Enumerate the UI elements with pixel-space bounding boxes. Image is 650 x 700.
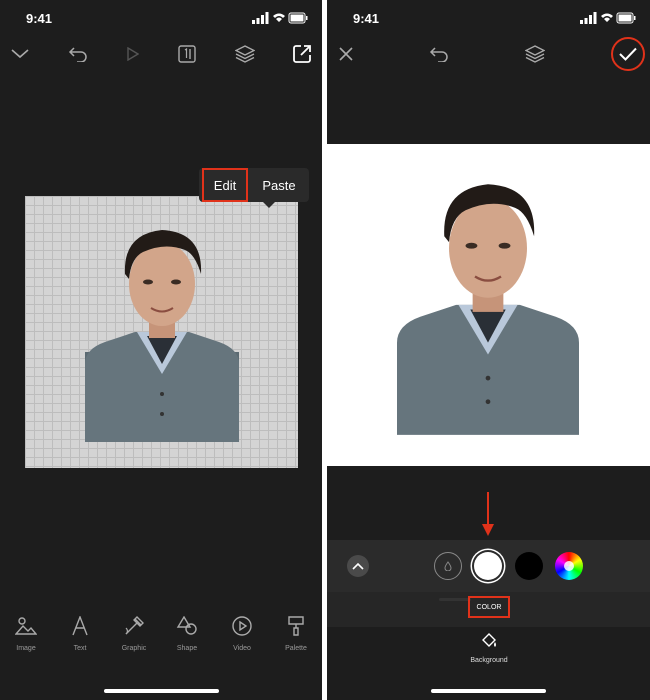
edit-menu-item[interactable]: Edit	[202, 168, 248, 202]
play-icon[interactable]	[121, 42, 145, 66]
video-icon	[222, 612, 262, 640]
undo-icon[interactable]	[66, 42, 90, 66]
arrow-down-icon	[482, 492, 494, 536]
chevron-up-icon[interactable]	[347, 555, 369, 577]
inactive-tab[interactable]	[439, 598, 471, 601]
chevron-down-icon[interactable]	[8, 42, 32, 66]
tab-color-label: COLOR	[476, 603, 502, 611]
tool-palette[interactable]: Palette	[276, 612, 316, 652]
white-swatch[interactable]	[474, 552, 502, 580]
layers-icon[interactable]	[523, 42, 547, 66]
checkmark-icon[interactable]	[611, 37, 645, 71]
status-time: 9:41	[353, 11, 380, 26]
tool-shape[interactable]: Shape	[167, 612, 207, 652]
color-tab-bar: COLOR	[327, 592, 650, 627]
status-time: 9:41	[26, 11, 53, 26]
share-icon[interactable]	[290, 42, 314, 66]
color-wheel-swatch[interactable]	[555, 552, 583, 580]
tool-text[interactable]: Text	[60, 612, 100, 652]
cutout-portrait-photo[interactable]	[397, 177, 579, 435]
status-bar: 9:41	[0, 0, 322, 36]
close-icon[interactable]	[334, 42, 358, 66]
tool-label: Graphic	[121, 645, 147, 652]
paint-bucket-icon	[482, 633, 496, 647]
menu-pointer	[262, 201, 276, 208]
tool-graphic[interactable]: Graphic	[114, 612, 154, 652]
frame-icon[interactable]	[175, 42, 199, 66]
portrait-photo[interactable]	[85, 224, 239, 442]
status-indicators-icon	[580, 12, 636, 24]
color-wheel-center	[564, 561, 574, 571]
home-indicator[interactable]	[431, 689, 546, 693]
text-icon	[60, 612, 100, 640]
tool-label: Video	[233, 645, 251, 652]
transparent-swatch[interactable]	[434, 552, 462, 580]
background-label: Background	[470, 657, 508, 664]
design-canvas[interactable]	[25, 196, 298, 468]
drop-icon	[444, 561, 452, 571]
tool-image[interactable]: Image	[6, 612, 46, 652]
undo-icon[interactable]	[427, 42, 451, 66]
paste-menu-item[interactable]: Paste	[253, 168, 305, 202]
tool-label: Text	[73, 645, 87, 652]
palette-icon	[276, 612, 316, 640]
left-screen: 9:41 Edit Paste Image Text Graphic Shape…	[0, 0, 322, 700]
tool-video[interactable]: Video	[222, 612, 262, 652]
home-indicator[interactable]	[104, 689, 219, 693]
status-indicators-icon	[252, 12, 308, 24]
context-menu: Edit Paste	[199, 168, 309, 208]
black-swatch[interactable]	[515, 552, 543, 580]
preview-canvas[interactable]	[327, 144, 650, 466]
shape-icon	[167, 612, 207, 640]
image-icon	[6, 612, 46, 640]
tool-label: Shape	[176, 645, 198, 652]
bottom-toolbar: Image Text Graphic Shape Video Palette	[0, 612, 322, 662]
status-bar: 9:41	[327, 0, 650, 36]
color-swatch-panel	[327, 540, 650, 592]
layers-icon[interactable]	[233, 42, 257, 66]
background-button[interactable]: Background	[465, 632, 513, 664]
graphic-icon	[114, 612, 154, 640]
tool-label: Image	[16, 645, 36, 652]
tab-color[interactable]: COLOR	[468, 596, 510, 618]
right-screen: 9:41 COLOR Background	[327, 0, 650, 700]
tool-label: Palette	[285, 645, 307, 652]
